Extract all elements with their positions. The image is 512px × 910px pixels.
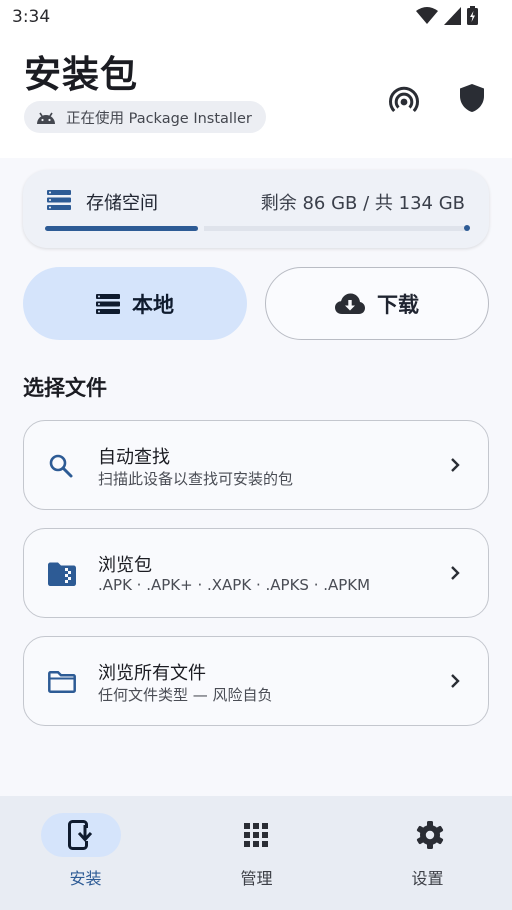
tab-local-label: 本地 [132, 292, 174, 317]
tab-download[interactable]: 下载 [265, 267, 489, 340]
section-title: 选择文件 [23, 376, 107, 400]
nav-label: 安装 [69, 869, 102, 888]
status-time: 3:34 [12, 7, 51, 27]
install-phone-icon [68, 820, 94, 850]
installer-chip-label: 正在使用 Package Installer [66, 110, 252, 127]
broadcast-icon [389, 86, 419, 113]
card-title: 自动查找 [98, 447, 170, 468]
browse-all-files-card[interactable]: 浏览所有文件 任何文件类型 — 风险自负 [23, 636, 489, 726]
browse-packages-card[interactable]: 浏览包 .APK · .APK+ · .XAPK · .APKS · .APKM [23, 528, 489, 618]
cloud-download-icon [335, 293, 365, 314]
tab-local[interactable]: 本地 [23, 267, 247, 340]
nav-install-indicator [41, 813, 121, 857]
folder-icon [48, 671, 76, 697]
card-title: 浏览包 [98, 555, 152, 576]
storage-progress-gap [198, 225, 204, 232]
card-title: 浏览所有文件 [98, 663, 206, 684]
bottom-navigation: 安装 管理 设置 [0, 796, 512, 910]
storage-list-icon [96, 293, 120, 314]
broadcast-button[interactable] [384, 78, 424, 118]
nav-manage[interactable]: 管理 [171, 796, 342, 910]
wifi-icon [416, 6, 438, 24]
cell-signal-icon [444, 6, 461, 25]
status-icons [416, 6, 478, 25]
auto-find-card[interactable]: 自动查找 扫描此设备以查找可安装的包 [23, 420, 489, 510]
nav-settings[interactable]: 设置 [342, 796, 512, 910]
storage-card: 存储空间 剩余 86 GB / 共 134 GB [23, 170, 489, 248]
card-subtitle: 扫描此设备以查找可安装的包 [98, 470, 294, 488]
battery-icon [467, 6, 478, 25]
security-button[interactable] [452, 78, 492, 118]
tab-download-label: 下载 [377, 292, 419, 317]
chevron-right-icon [450, 457, 460, 477]
installer-chip: 正在使用 Package Installer [24, 101, 266, 133]
nav-label: 设置 [411, 869, 444, 888]
shield-icon [460, 84, 484, 112]
top-header: 3:34 安装包 正在使用 Package Installer [0, 0, 512, 158]
storage-progress-fill [45, 226, 198, 231]
android-icon [37, 112, 55, 124]
chevron-right-icon [450, 673, 460, 693]
grid-icon [244, 823, 268, 847]
storage-icon [47, 190, 71, 214]
storage-progress [45, 225, 470, 232]
nav-label: 管理 [240, 869, 273, 888]
storage-label: 存储空间 [86, 193, 158, 214]
nav-install[interactable]: 安装 [0, 796, 171, 910]
card-subtitle: .APK · .APK+ · .XAPK · .APKS · .APKM [98, 576, 371, 594]
page-title: 安装包 [24, 53, 138, 96]
package-folder-icon [48, 562, 76, 590]
storage-value: 剩余 86 GB / 共 134 GB [260, 193, 465, 214]
storage-progress-end [464, 225, 470, 231]
card-subtitle: 任何文件类型 — 风险自负 [98, 686, 273, 704]
nav-manage-indicator [216, 813, 296, 857]
gear-icon [416, 821, 444, 849]
chevron-right-icon [450, 565, 460, 585]
nav-settings-indicator [390, 813, 470, 857]
search-icon [48, 453, 74, 483]
